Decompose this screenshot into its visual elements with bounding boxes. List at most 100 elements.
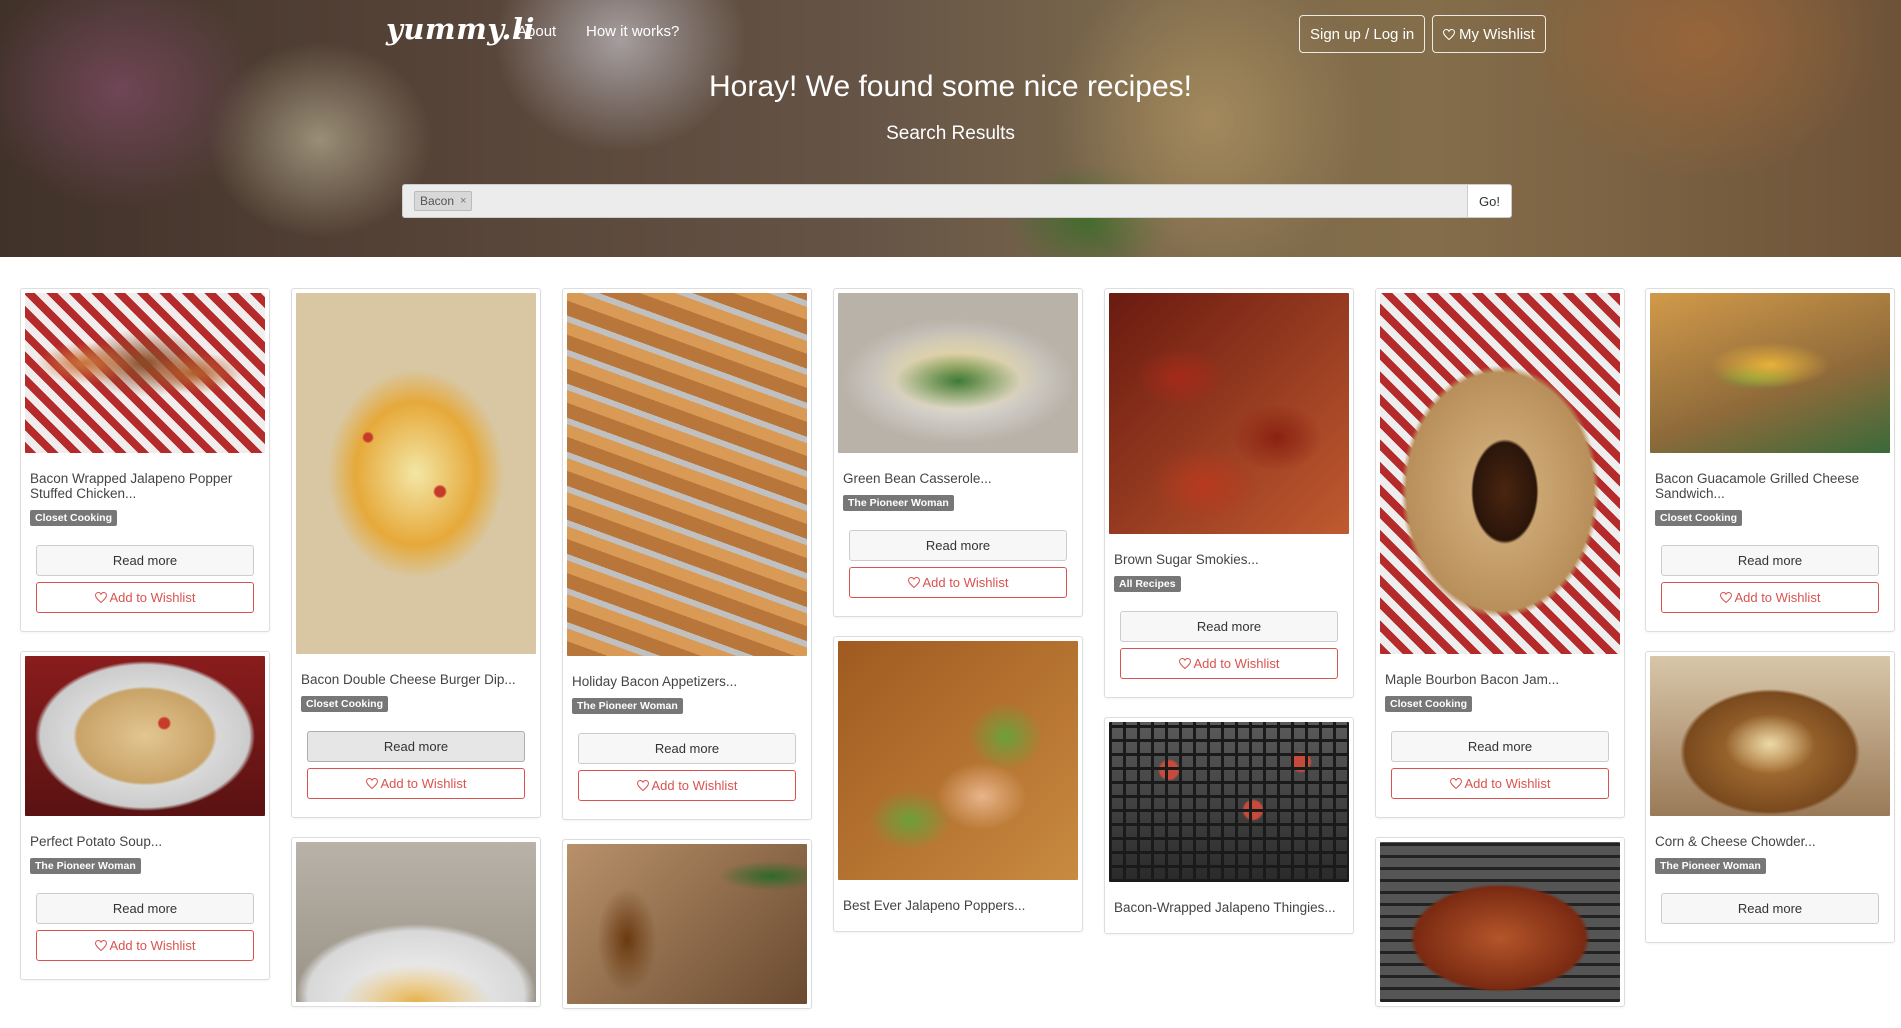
recipe-title[interactable]: Bacon Wrapped Jalapeno Popper Stuffed Ch… bbox=[30, 471, 260, 501]
nav-about-link[interactable]: About bbox=[517, 23, 556, 40]
source-badge: Closet Cooking bbox=[30, 510, 118, 526]
source-badge: The Pioneer Woman bbox=[1655, 858, 1766, 874]
recipe-column: Brown Sugar Smokies... All Recipes Read … bbox=[1104, 288, 1354, 953]
read-more-button[interactable]: Read more bbox=[36, 893, 254, 924]
read-more-button[interactable]: Read more bbox=[578, 733, 796, 764]
recipe-title[interactable]: Perfect Potato Soup... bbox=[30, 834, 260, 849]
recipe-title[interactable]: Bacon-Wrapped Jalapeno Thingies... bbox=[1114, 900, 1344, 915]
heart-icon bbox=[1178, 658, 1191, 669]
my-wishlist-button[interactable]: My Wishlist bbox=[1432, 15, 1546, 53]
add-to-wishlist-label: Add to Wishlist bbox=[1193, 656, 1280, 671]
recipe-title[interactable]: Best Ever Jalapeno Poppers... bbox=[843, 898, 1073, 913]
heart-icon bbox=[1719, 592, 1732, 603]
recipe-column: Bacon Guacamole Grilled Cheese Sandwich.… bbox=[1645, 288, 1895, 962]
read-more-button[interactable]: Read more bbox=[307, 731, 525, 762]
recipe-image[interactable] bbox=[1650, 656, 1890, 816]
source-badge: The Pioneer Woman bbox=[843, 495, 954, 511]
recipe-title[interactable]: Bacon Guacamole Grilled Cheese Sandwich.… bbox=[1655, 471, 1885, 501]
read-more-button[interactable]: Read more bbox=[1661, 893, 1879, 924]
brand-logo[interactable]: yummy.li bbox=[386, 12, 535, 46]
add-to-wishlist-label: Add to Wishlist bbox=[1464, 776, 1551, 791]
source-badge: The Pioneer Woman bbox=[572, 698, 683, 714]
hero-banner: yummy.li About How it works? Sign up / L… bbox=[0, 0, 1901, 257]
recipe-image[interactable] bbox=[838, 293, 1078, 453]
read-more-button[interactable]: Read more bbox=[36, 545, 254, 576]
recipe-title[interactable]: Brown Sugar Smokies... bbox=[1114, 552, 1344, 567]
recipe-card bbox=[562, 839, 812, 1009]
recipe-column: Green Bean Casserole... The Pioneer Woma… bbox=[833, 288, 1083, 951]
recipe-image[interactable] bbox=[1109, 722, 1349, 882]
recipe-card bbox=[291, 837, 541, 1007]
recipe-image[interactable] bbox=[567, 844, 807, 1004]
search-tag-input[interactable]: Bacon × bbox=[402, 184, 1467, 218]
recipe-card bbox=[1375, 837, 1625, 1007]
recipe-image[interactable] bbox=[25, 656, 265, 816]
add-to-wishlist-label: Add to Wishlist bbox=[1734, 590, 1821, 605]
add-to-wishlist-button[interactable]: Add to Wishlist bbox=[578, 770, 796, 801]
add-to-wishlist-label: Add to Wishlist bbox=[109, 590, 196, 605]
recipe-card: Maple Bourbon Bacon Jam... Closet Cookin… bbox=[1375, 288, 1625, 818]
recipe-title[interactable]: Green Bean Casserole... bbox=[843, 471, 1073, 486]
recipe-card: Holiday Bacon Appetizers... The Pioneer … bbox=[562, 288, 812, 820]
recipe-title[interactable]: Bacon Double Cheese Burger Dip... bbox=[301, 672, 531, 687]
source-badge: Closet Cooking bbox=[301, 696, 389, 712]
heart-icon bbox=[636, 780, 649, 791]
recipe-image[interactable] bbox=[296, 842, 536, 1002]
recipe-image[interactable] bbox=[25, 293, 265, 453]
source-badge: Closet Cooking bbox=[1385, 696, 1473, 712]
search-bar: Bacon × Go! bbox=[402, 184, 1512, 218]
recipe-card: Bacon-Wrapped Jalapeno Thingies... bbox=[1104, 717, 1354, 934]
recipe-image[interactable] bbox=[1380, 293, 1620, 654]
source-badge: Closet Cooking bbox=[1655, 510, 1743, 526]
add-to-wishlist-button[interactable]: Add to Wishlist bbox=[1661, 582, 1879, 613]
recipe-title[interactable]: Corn & Cheese Chowder... bbox=[1655, 834, 1885, 849]
add-to-wishlist-button[interactable]: Add to Wishlist bbox=[849, 567, 1067, 598]
search-tag-chip: Bacon × bbox=[414, 191, 473, 211]
search-go-button[interactable]: Go! bbox=[1467, 184, 1512, 218]
recipe-title[interactable]: Holiday Bacon Appetizers... bbox=[572, 674, 802, 689]
read-more-button[interactable]: Read more bbox=[849, 530, 1067, 561]
recipe-card: Bacon Double Cheese Burger Dip... Closet… bbox=[291, 288, 541, 818]
remove-tag-icon[interactable]: × bbox=[460, 195, 466, 207]
page-title: Horay! We found some nice recipes! bbox=[708, 70, 1192, 103]
page-subtitle: Search Results bbox=[886, 123, 1015, 144]
recipe-card: Perfect Potato Soup... The Pioneer Woman… bbox=[20, 651, 270, 980]
add-to-wishlist-label: Add to Wishlist bbox=[380, 776, 467, 791]
heart-icon bbox=[907, 577, 920, 588]
heart-icon bbox=[1449, 778, 1462, 789]
heart-icon bbox=[365, 778, 378, 789]
recipe-title[interactable]: Maple Bourbon Bacon Jam... bbox=[1385, 672, 1615, 687]
recipe-card: Corn & Cheese Chowder... The Pioneer Wom… bbox=[1645, 651, 1895, 943]
recipe-column: Holiday Bacon Appetizers... The Pioneer … bbox=[562, 288, 812, 1028]
search-input[interactable] bbox=[472, 185, 1467, 217]
source-badge: The Pioneer Woman bbox=[30, 858, 141, 874]
recipe-card: Best Ever Jalapeno Poppers... bbox=[833, 636, 1083, 932]
recipe-grid: Bacon Wrapped Jalapeno Popper Stuffed Ch… bbox=[0, 257, 1901, 1009]
recipe-image[interactable] bbox=[1380, 842, 1620, 1002]
add-to-wishlist-button[interactable]: Add to Wishlist bbox=[1120, 648, 1338, 679]
read-more-button[interactable]: Read more bbox=[1391, 731, 1609, 762]
read-more-button[interactable]: Read more bbox=[1120, 611, 1338, 642]
signup-login-button[interactable]: Sign up / Log in bbox=[1299, 15, 1426, 53]
recipe-image[interactable] bbox=[567, 293, 807, 656]
nav-how-it-works-link[interactable]: How it works? bbox=[586, 23, 679, 40]
add-to-wishlist-label: Add to Wishlist bbox=[922, 575, 1009, 590]
recipe-image[interactable] bbox=[1109, 293, 1349, 534]
add-to-wishlist-button[interactable]: Add to Wishlist bbox=[307, 768, 525, 799]
add-to-wishlist-button[interactable]: Add to Wishlist bbox=[36, 582, 254, 613]
read-more-button[interactable]: Read more bbox=[1661, 545, 1879, 576]
add-to-wishlist-button[interactable]: Add to Wishlist bbox=[36, 930, 254, 961]
recipe-image[interactable] bbox=[296, 293, 536, 654]
recipe-card: Bacon Guacamole Grilled Cheese Sandwich.… bbox=[1645, 288, 1895, 632]
recipe-column: Bacon Double Cheese Burger Dip... Closet… bbox=[291, 288, 541, 1026]
recipe-image[interactable] bbox=[838, 641, 1078, 880]
recipe-column: Bacon Wrapped Jalapeno Popper Stuffed Ch… bbox=[20, 288, 270, 999]
recipe-column: Maple Bourbon Bacon Jam... Closet Cookin… bbox=[1375, 288, 1625, 1026]
recipe-image[interactable] bbox=[1650, 293, 1890, 453]
search-tag-label: Bacon bbox=[420, 194, 455, 208]
add-to-wishlist-button[interactable]: Add to Wishlist bbox=[1391, 768, 1609, 799]
heart-icon bbox=[1443, 28, 1455, 40]
add-to-wishlist-label: Add to Wishlist bbox=[109, 938, 196, 953]
heart-icon bbox=[94, 592, 107, 603]
recipe-card: Bacon Wrapped Jalapeno Popper Stuffed Ch… bbox=[20, 288, 270, 632]
